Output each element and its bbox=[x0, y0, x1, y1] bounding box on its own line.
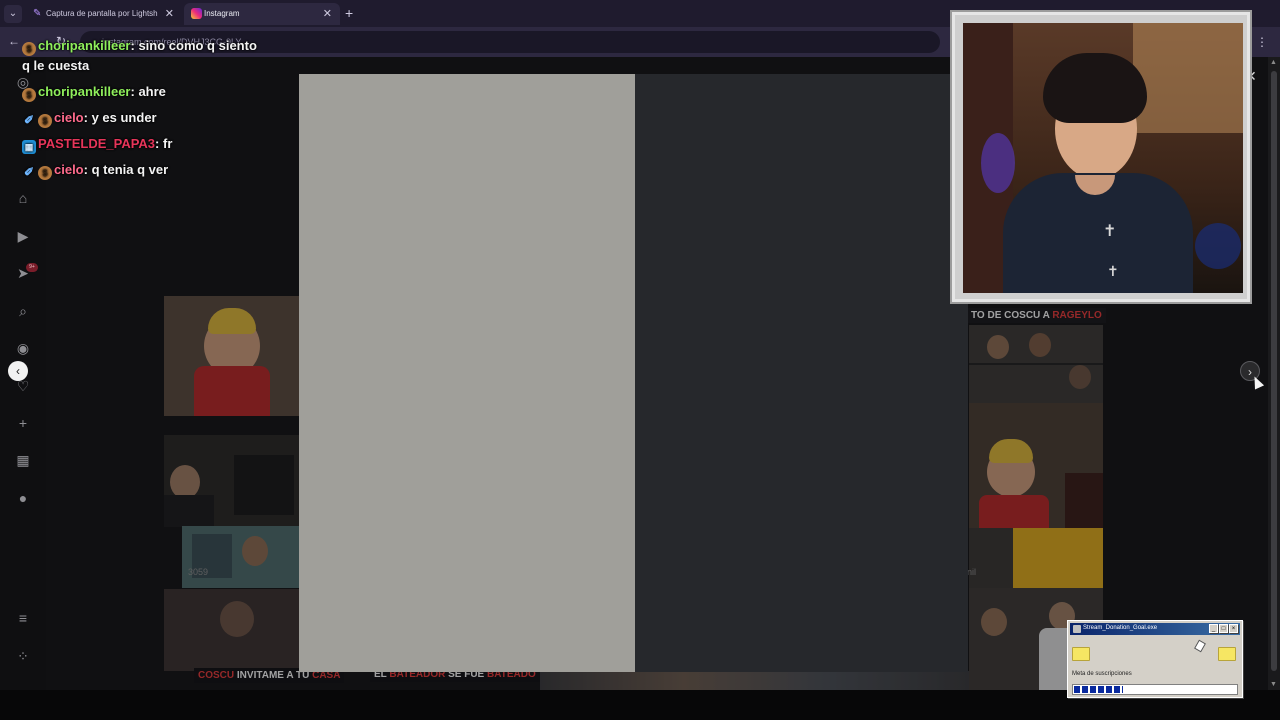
back-arrow-icon[interactable]: ← bbox=[8, 34, 20, 48]
money-bag-badge-icon: $ bbox=[22, 88, 36, 102]
close-icon[interactable]: × bbox=[1229, 624, 1238, 633]
chat-username: choripankilleer bbox=[38, 84, 131, 99]
chat-text: y es under bbox=[91, 110, 157, 125]
streamer-webcam: ✝ ✝ bbox=[963, 23, 1243, 293]
chat-message: ▦ PASTELDE_PAPA3: fr bbox=[22, 136, 172, 154]
chat-message: $ choripankilleer: ahre bbox=[22, 84, 166, 102]
app-icon bbox=[1073, 625, 1081, 633]
folder-icon bbox=[1218, 647, 1236, 661]
sword-badge-icon: ✐ bbox=[23, 113, 35, 127]
goal-progress-bar bbox=[1072, 684, 1238, 695]
chat-text: ahre bbox=[138, 84, 166, 99]
chat-message: $ choripankilleer: sino como q siento bbox=[22, 38, 257, 56]
previous-reel-chevron-left-icon[interactable]: ‹ bbox=[8, 361, 28, 381]
chat-colon: : bbox=[155, 136, 163, 151]
money-bag-badge-icon: $ bbox=[22, 42, 36, 56]
chat-username: cielo bbox=[54, 110, 84, 125]
chat-message: ✐ $ cielo: q tenia q ver bbox=[22, 162, 168, 180]
widget-titlebar: Stream_Donation_Goal.exe _ □ × bbox=[1070, 623, 1240, 635]
widget-title: Stream_Donation_Goal.exe bbox=[1083, 625, 1158, 631]
chat-username: cielo bbox=[54, 162, 84, 177]
chat-username: choripankilleer bbox=[38, 38, 131, 53]
close-icon[interactable]: ✕ bbox=[165, 7, 174, 20]
feather-icon: ✎ bbox=[33, 8, 42, 19]
money-bag-badge-icon: $ bbox=[38, 114, 52, 128]
subscriber-badge-icon: ▦ bbox=[22, 140, 36, 154]
create-plus-icon[interactable]: + bbox=[14, 414, 32, 432]
tab-search-icon[interactable]: ⌄ bbox=[4, 5, 22, 23]
instagram-favicon-icon bbox=[191, 8, 202, 19]
chat-colon: : bbox=[83, 162, 92, 177]
tab-title: Captura de pantalla por Lightshot bbox=[46, 9, 158, 18]
home-icon[interactable]: ⌂ bbox=[14, 189, 32, 207]
folder-icon bbox=[1072, 647, 1090, 661]
money-bag-badge-icon: $ bbox=[38, 166, 52, 180]
chat-text: sino como q siento bbox=[138, 38, 257, 53]
dashboard-icon[interactable]: ▦ bbox=[14, 451, 32, 469]
paper-icon bbox=[1194, 639, 1206, 653]
explore-compass-icon[interactable]: ◉ bbox=[14, 339, 32, 357]
chat-text: fr bbox=[162, 136, 173, 151]
sword-badge-icon: ✐ bbox=[23, 165, 35, 179]
page-scrollbar[interactable]: ▲ ▼ bbox=[1268, 57, 1280, 690]
tab-lightshot[interactable]: ✎ Captura de pantalla por Lightshot ✕ bbox=[26, 3, 182, 25]
chat-message: ✐ $ cielo: y es under bbox=[22, 110, 157, 128]
chat-text: q le cuesta bbox=[22, 58, 90, 73]
notification-badge: 9+ bbox=[26, 263, 38, 272]
scroll-up-arrow-icon[interactable]: ▲ bbox=[1270, 59, 1277, 66]
reel-video-loading[interactable] bbox=[299, 74, 635, 672]
goal-progress-fill bbox=[1074, 686, 1123, 693]
new-tab-plus-icon[interactable]: + bbox=[345, 5, 353, 21]
screen: ⌄ ✎ Captura de pantalla por Lightshot ✕ … bbox=[0, 0, 1280, 720]
tab-instagram[interactable]: Instagram ✕ bbox=[184, 3, 340, 25]
profile-avatar-icon[interactable]: ● bbox=[14, 489, 32, 507]
more-menu-icon[interactable]: ≡ bbox=[14, 609, 32, 627]
maximize-icon[interactable]: □ bbox=[1219, 624, 1228, 633]
kebab-menu-icon[interactable]: ⋮ bbox=[1256, 35, 1268, 49]
reel-comments-panel bbox=[635, 74, 968, 672]
chat-username: PASTELDE_PAPA3 bbox=[38, 136, 156, 151]
close-icon[interactable]: ✕ bbox=[323, 7, 332, 20]
reels-icon[interactable]: ▶ bbox=[14, 227, 32, 245]
scrollbar-thumb[interactable] bbox=[1271, 71, 1277, 671]
tab-title: Instagram bbox=[204, 9, 240, 18]
chat-message: q le cuesta bbox=[22, 58, 89, 73]
apps-grid-icon[interactable]: ⁘ bbox=[14, 647, 32, 665]
donation-goal-widget: Stream_Donation_Goal.exe _ □ × Meta de sus… bbox=[1067, 620, 1243, 698]
chat-text: q tenia q ver bbox=[91, 162, 169, 177]
scroll-down-arrow-icon[interactable]: ▼ bbox=[1270, 681, 1277, 688]
minimize-icon[interactable]: _ bbox=[1209, 624, 1218, 633]
chat-colon: : bbox=[83, 110, 92, 125]
search-icon[interactable]: ⌕ bbox=[14, 302, 32, 320]
streamer-webcam-frame: ✝ ✝ bbox=[952, 12, 1250, 302]
goal-label: Meta de suscripciones bbox=[1072, 671, 1132, 677]
